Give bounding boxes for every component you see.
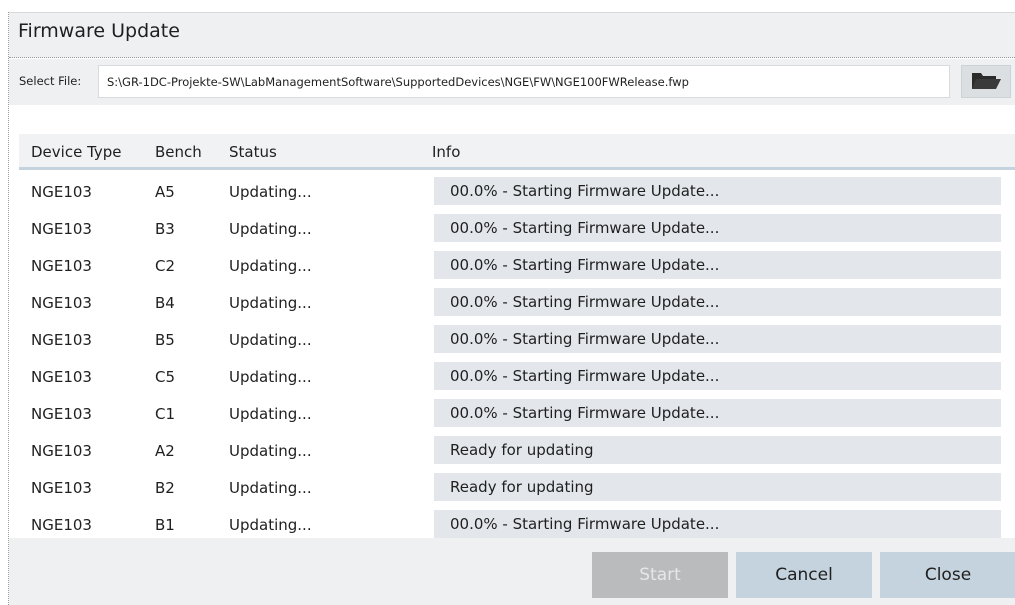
- table-row[interactable]: NGE103 C1 Updating... 00.0% - Starting Firm…: [19, 396, 1015, 433]
- cell-bench: B4: [155, 294, 175, 312]
- firmware-update-window: Firmware Update Select File: Device Type…: [8, 12, 1015, 605]
- table-row[interactable]: NGE103 C5 Updating... 00.0% - Starting Firm…: [19, 359, 1015, 396]
- cell-device-type: NGE103: [31, 516, 92, 534]
- table-row[interactable]: NGE103 C2 Updating... 00.0% - Starting Firm…: [19, 248, 1015, 285]
- cell-status: Updating...: [229, 368, 312, 386]
- cell-info: 00.0% - Starting Firmware Update...: [434, 177, 1001, 205]
- cell-device-type: NGE103: [31, 479, 92, 497]
- cell-bench: A2: [155, 442, 175, 460]
- cell-info: 00.0% - Starting Firmware Update...: [434, 251, 1001, 279]
- cell-bench: B3: [155, 220, 175, 238]
- cell-device-type: NGE103: [31, 183, 92, 201]
- cell-status: Updating...: [229, 220, 312, 238]
- title-bar: Firmware Update: [9, 12, 1015, 58]
- folder-open-icon: [970, 69, 1002, 95]
- cell-device-type: NGE103: [31, 405, 92, 423]
- cancel-button[interactable]: Cancel: [736, 552, 872, 598]
- table-row[interactable]: NGE103 B5 Updating... 00.0% - Starting Firm…: [19, 322, 1015, 359]
- cell-info: 00.0% - Starting Firmware Update...: [434, 510, 1001, 538]
- cell-device-type: NGE103: [31, 442, 92, 460]
- cell-status: Updating...: [229, 294, 312, 312]
- cell-device-type: NGE103: [31, 294, 92, 312]
- device-table-body: NGE103 A5 Updating... 00.0% - Starting Firm…: [19, 174, 1015, 544]
- cell-info: 00.0% - Starting Firmware Update...: [434, 362, 1001, 390]
- table-row[interactable]: NGE103 A2 Updating... Ready for updating: [19, 433, 1015, 470]
- file-select-row: Select File:: [9, 59, 1015, 105]
- file-path-input[interactable]: [98, 65, 950, 98]
- cell-status: Updating...: [229, 442, 312, 460]
- table-row[interactable]: NGE103 B4 Updating... 00.0% - Starting Firm…: [19, 285, 1015, 322]
- cell-bench: A5: [155, 183, 175, 201]
- cell-bench: B5: [155, 331, 175, 349]
- column-header-device-type[interactable]: Device Type: [31, 143, 122, 161]
- cell-info: 00.0% - Starting Firmware Update...: [434, 214, 1001, 242]
- column-header-bench[interactable]: Bench: [155, 143, 202, 161]
- cell-info: Ready for updating: [434, 473, 1001, 501]
- device-table-header: Device Type Bench Status Info: [19, 134, 1015, 170]
- cell-device-type: NGE103: [31, 368, 92, 386]
- cell-bench: C2: [155, 257, 176, 275]
- cell-status: Updating...: [229, 405, 312, 423]
- cell-status: Updating...: [229, 257, 312, 275]
- column-header-info[interactable]: Info: [432, 143, 460, 161]
- cell-bench: B1: [155, 516, 175, 534]
- cell-bench: B2: [155, 479, 175, 497]
- cell-bench: C5: [155, 368, 176, 386]
- cell-device-type: NGE103: [31, 257, 92, 275]
- cell-bench: C1: [155, 405, 176, 423]
- cell-info: Ready for updating: [434, 436, 1001, 464]
- cell-status: Updating...: [229, 183, 312, 201]
- browse-folder-button[interactable]: [961, 65, 1011, 98]
- cell-status: Updating...: [229, 331, 312, 349]
- close-button[interactable]: Close: [880, 552, 1015, 598]
- cell-info: 00.0% - Starting Firmware Update...: [434, 288, 1001, 316]
- cell-device-type: NGE103: [31, 220, 92, 238]
- table-row[interactable]: NGE103 B3 Updating... 00.0% - Starting Firm…: [19, 211, 1015, 248]
- column-header-status[interactable]: Status: [229, 143, 277, 161]
- cell-info: 00.0% - Starting Firmware Update...: [434, 399, 1001, 427]
- select-file-label: Select File:: [19, 74, 82, 88]
- cell-info: 00.0% - Starting Firmware Update...: [434, 325, 1001, 353]
- table-row[interactable]: NGE103 A5 Updating... 00.0% - Starting Firm…: [19, 174, 1015, 211]
- cell-status: Updating...: [229, 516, 312, 534]
- start-button[interactable]: Start: [592, 552, 728, 598]
- button-bar: Start Cancel Close: [9, 538, 1015, 605]
- table-row[interactable]: NGE103 B2 Updating... Ready for updating: [19, 470, 1015, 507]
- window-title: Firmware Update: [18, 20, 180, 42]
- cell-device-type: NGE103: [31, 331, 92, 349]
- cell-status: Updating...: [229, 479, 312, 497]
